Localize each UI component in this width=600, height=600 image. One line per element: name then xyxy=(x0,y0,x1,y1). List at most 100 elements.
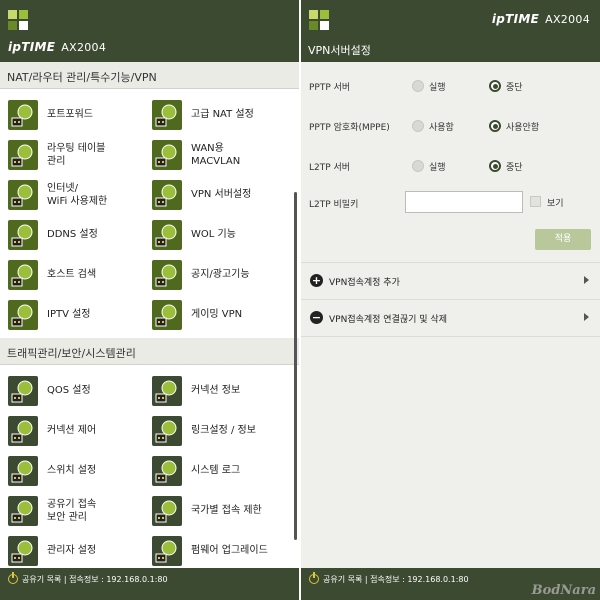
accordion-label: VPN접속계정 연결끊기 및 삭제 xyxy=(329,315,447,325)
menu-item-label: DDNS 설정 xyxy=(47,229,98,241)
menu-item-label: VPN 서버설정 xyxy=(191,189,252,201)
menu-item-label: 라우팅 테이블 관리 xyxy=(47,142,106,168)
connection-info-icon xyxy=(152,376,182,406)
menu-item-wifi-restrict[interactable]: 인터넷/ WiFi 사용제한 xyxy=(0,177,148,217)
plus-circle-icon: + xyxy=(310,274,323,287)
menu-item-label: 시스템 로그 xyxy=(191,465,241,477)
gaming-vpn-icon xyxy=(152,300,182,330)
menu-item-label: 커넥션 정보 xyxy=(191,385,241,397)
menu-item-label: 공지/광고기능 xyxy=(191,269,250,281)
menu-item-host-search[interactable]: 호스트 검색 xyxy=(0,257,148,297)
power-icon[interactable] xyxy=(309,572,319,584)
menu-item-label: WOL 기능 xyxy=(191,229,236,241)
l2tp-key-label: L2TP 비밀키 xyxy=(309,200,359,210)
menu-item-label: 포트포워드 xyxy=(47,109,93,121)
advanced-nat-icon xyxy=(152,100,182,130)
setting-pptp-server: PPTP 서버 실행 중단 xyxy=(301,70,600,106)
ddns-icon xyxy=(8,220,38,250)
menu-item-country-restrict[interactable]: 국가별 접속 제한 xyxy=(144,493,292,533)
menu-item-label: 고급 NAT 설정 xyxy=(191,109,254,121)
menu-item-label: 게이밍 VPN xyxy=(191,309,243,321)
setting-label: PPTP 암호화(MPPE) xyxy=(309,123,390,133)
radio-label: 실행 xyxy=(429,163,446,173)
brand: ipTIME AX2004 xyxy=(491,12,590,26)
radio-pptp-run[interactable] xyxy=(412,80,424,92)
menu-item-iptv[interactable]: IPTV 설정 xyxy=(0,297,148,337)
right-panel: ipTIME AX2004 VPN서버설정 PPTP 서버 실행 중단 PPTP … xyxy=(301,0,600,600)
menu-item-label: QOS 설정 xyxy=(47,385,91,397)
system-log-icon xyxy=(152,456,182,486)
accordion-add-account[interactable]: + VPN접속계정 추가 xyxy=(301,263,600,299)
menu-item-label: WAN용 MACVLAN xyxy=(191,142,241,168)
menu-item-link-settings[interactable]: 링크설정 / 정보 xyxy=(144,413,292,453)
switch-icon xyxy=(8,456,38,486)
l2tp-key-input[interactable] xyxy=(405,191,523,213)
menu-item-qos[interactable]: QOS 설정 xyxy=(0,373,148,413)
menu-item-vpn-server[interactable]: VPN 서버설정 xyxy=(144,177,292,217)
menu-item-switch[interactable]: 스위치 설정 xyxy=(0,453,148,493)
menu-item-label: 링크설정 / 정보 xyxy=(191,425,256,437)
menu-item-label: 공유기 접속 보안 관리 xyxy=(47,498,97,524)
menu-item-connection-info[interactable]: 커넥션 정보 xyxy=(144,373,292,413)
host-search-icon xyxy=(8,260,38,290)
scrollbar[interactable] xyxy=(294,192,297,540)
menu-item-port-forward[interactable]: 포트포워드 xyxy=(0,97,148,137)
menu-item-advanced-nat[interactable]: 고급 NAT 설정 xyxy=(144,97,292,137)
apply-button[interactable]: 적용 xyxy=(535,229,591,250)
notice-icon xyxy=(152,260,182,290)
show-password-checkbox[interactable] xyxy=(530,196,541,207)
section-header-nat: NAT/라우터 관리/특수기능/VPN xyxy=(0,62,299,89)
menu-item-routing-table[interactable]: 라우팅 테이블 관리 xyxy=(0,137,148,177)
power-icon[interactable] xyxy=(8,572,18,584)
radio-l2tp-run[interactable] xyxy=(412,160,424,172)
footer-text[interactable]: 공유기 목록 | 접속정보 : 192.168.0.1:80 xyxy=(22,575,168,584)
logo-icon xyxy=(8,10,29,31)
radio-label: 사용안함 xyxy=(506,123,540,133)
footer-text[interactable]: 공유기 목록 | 접속정보 : 192.168.0.1:80 xyxy=(323,575,469,584)
radio-l2tp-stop[interactable] xyxy=(489,160,501,172)
setting-pptp-mppe: PPTP 암호화(MPPE) 사용함 사용안함 xyxy=(301,110,600,146)
menu-item-connection-control[interactable]: 커넥션 제어 xyxy=(0,413,148,453)
firmware-icon xyxy=(152,536,182,566)
accordion-label: VPN접속계정 추가 xyxy=(329,278,400,288)
section-header-traffic: 트래픽관리/보안/시스템관리 xyxy=(0,338,299,365)
radio-pptp-stop[interactable] xyxy=(489,80,501,92)
menu-item-access-security[interactable]: 공유기 접속 보안 관리 xyxy=(0,493,148,533)
menu-item-notice[interactable]: 공지/광고기능 xyxy=(144,257,292,297)
iptv-icon xyxy=(8,300,38,330)
radio-mppe-off[interactable] xyxy=(489,120,501,132)
link-settings-icon xyxy=(152,416,182,446)
setting-label: PPTP 서버 xyxy=(309,83,351,93)
menu-item-label: 스위치 설정 xyxy=(47,465,97,477)
menu-item-macvlan[interactable]: WAN용 MACVLAN xyxy=(144,137,292,177)
routing-table-icon xyxy=(8,140,38,170)
menu-item-label: 커넥션 제어 xyxy=(47,425,97,437)
setting-l2tp-server: L2TP 서버 실행 중단 xyxy=(301,150,600,186)
footer: 공유기 목록 | 접속정보 : 192.168.0.1:80 xyxy=(0,568,299,600)
menu-item-admin[interactable]: 관리자 설정 xyxy=(0,533,148,573)
watermark: BodNara xyxy=(531,583,596,598)
menu-item-firmware[interactable]: 펌웨어 업그레이드 xyxy=(144,533,292,573)
qos-icon xyxy=(8,376,38,406)
access-security-icon xyxy=(8,496,38,526)
connection-control-icon xyxy=(8,416,38,446)
menu-item-gaming-vpn[interactable]: 게이밍 VPN xyxy=(144,297,292,337)
divider-line xyxy=(301,336,600,337)
menu-item-label: IPTV 설정 xyxy=(47,309,91,321)
menu-item-label: 펌웨어 업그레이드 xyxy=(191,545,268,557)
show-password-label: 보기 xyxy=(547,199,564,209)
menu-item-wol[interactable]: WOL 기능 xyxy=(144,217,292,257)
setting-label: L2TP 서버 xyxy=(309,163,351,173)
accordion-delete-account[interactable]: − VPN접속계정 연결끊기 및 삭제 xyxy=(301,300,600,336)
port-forward-icon xyxy=(8,100,38,130)
chevron-right-icon xyxy=(584,313,589,321)
wol-icon xyxy=(152,220,182,250)
chevron-right-icon xyxy=(584,276,589,284)
menu-item-system-log[interactable]: 시스템 로그 xyxy=(144,453,292,493)
menu-item-ddns[interactable]: DDNS 설정 xyxy=(0,217,148,257)
radio-mppe-on[interactable] xyxy=(412,120,424,132)
macvlan-icon xyxy=(152,140,182,170)
menu-item-label: 호스트 검색 xyxy=(47,269,97,281)
app-header-right: ipTIME AX2004 VPN서버설정 xyxy=(301,0,600,62)
admin-icon xyxy=(8,536,38,566)
